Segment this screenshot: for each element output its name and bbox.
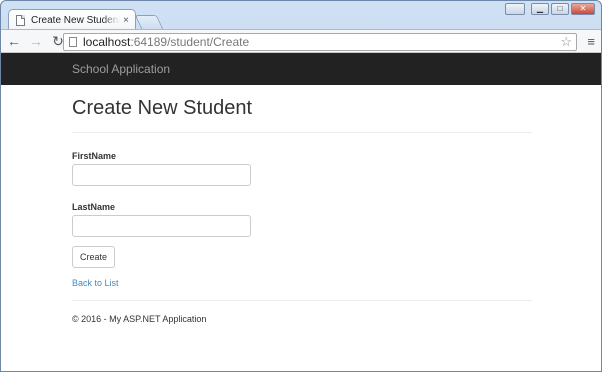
divider <box>72 132 532 133</box>
main-container: Create New Student FirstName LastName Cr… <box>72 85 532 324</box>
lastname-group: LastName <box>72 202 532 237</box>
minimize-button[interactable]: ▁ <box>531 3 549 15</box>
maximize-button[interactable]: □ <box>551 3 569 15</box>
tab-strip: Create New Student - MVC × ▁ □ ✕ <box>1 1 601 30</box>
firstname-label: FirstName <box>72 151 117 161</box>
bookmark-star-icon[interactable]: ☆ <box>560 34 572 50</box>
brand-link[interactable]: School Application <box>72 62 170 76</box>
url-path: :64189/student/Create <box>130 35 250 49</box>
url-text: localhost:64189/student/Create <box>83 35 249 49</box>
navbar: School Application <box>1 53 601 85</box>
web-page: School Application Create New Student Fi… <box>1 53 601 371</box>
firstname-input[interactable] <box>72 164 251 186</box>
menu-icon[interactable]: ≡ <box>587 34 595 49</box>
forward-arrow-icon[interactable]: → <box>27 32 45 50</box>
create-button[interactable]: Create <box>72 246 116 268</box>
page-icon <box>16 14 25 26</box>
close-button[interactable]: ✕ <box>571 3 595 15</box>
page-title: Create New Student <box>72 97 253 119</box>
user-icon[interactable] <box>505 3 525 15</box>
browser-toolbar: ← → ↻ localhost:64189/student/Create ☆ ≡ <box>1 29 601 53</box>
footer-text: © 2016 - My ASP.NET Application <box>72 314 207 324</box>
page-icon <box>69 37 77 47</box>
browser-tab[interactable]: Create New Student - MVC × <box>8 9 136 30</box>
firstname-group: FirstName <box>72 151 532 186</box>
tab-close-icon[interactable]: × <box>123 15 129 26</box>
browser-window: Create New Student - MVC × ▁ □ ✕ ← → ↻ l… <box>0 0 602 372</box>
back-to-list-link[interactable]: Back to List <box>72 278 532 288</box>
lastname-input[interactable] <box>72 215 251 237</box>
tab-title: Create New Student - MVC <box>31 14 121 26</box>
window-controls: ▁ □ ✕ <box>505 3 595 15</box>
url-host: localhost <box>83 35 131 49</box>
new-tab-button[interactable] <box>134 15 164 29</box>
back-arrow-icon[interactable]: ← <box>5 32 23 50</box>
address-bar[interactable]: localhost:64189/student/Create ☆ <box>63 33 577 51</box>
footer-divider <box>72 300 532 301</box>
lastname-label: LastName <box>72 202 116 212</box>
